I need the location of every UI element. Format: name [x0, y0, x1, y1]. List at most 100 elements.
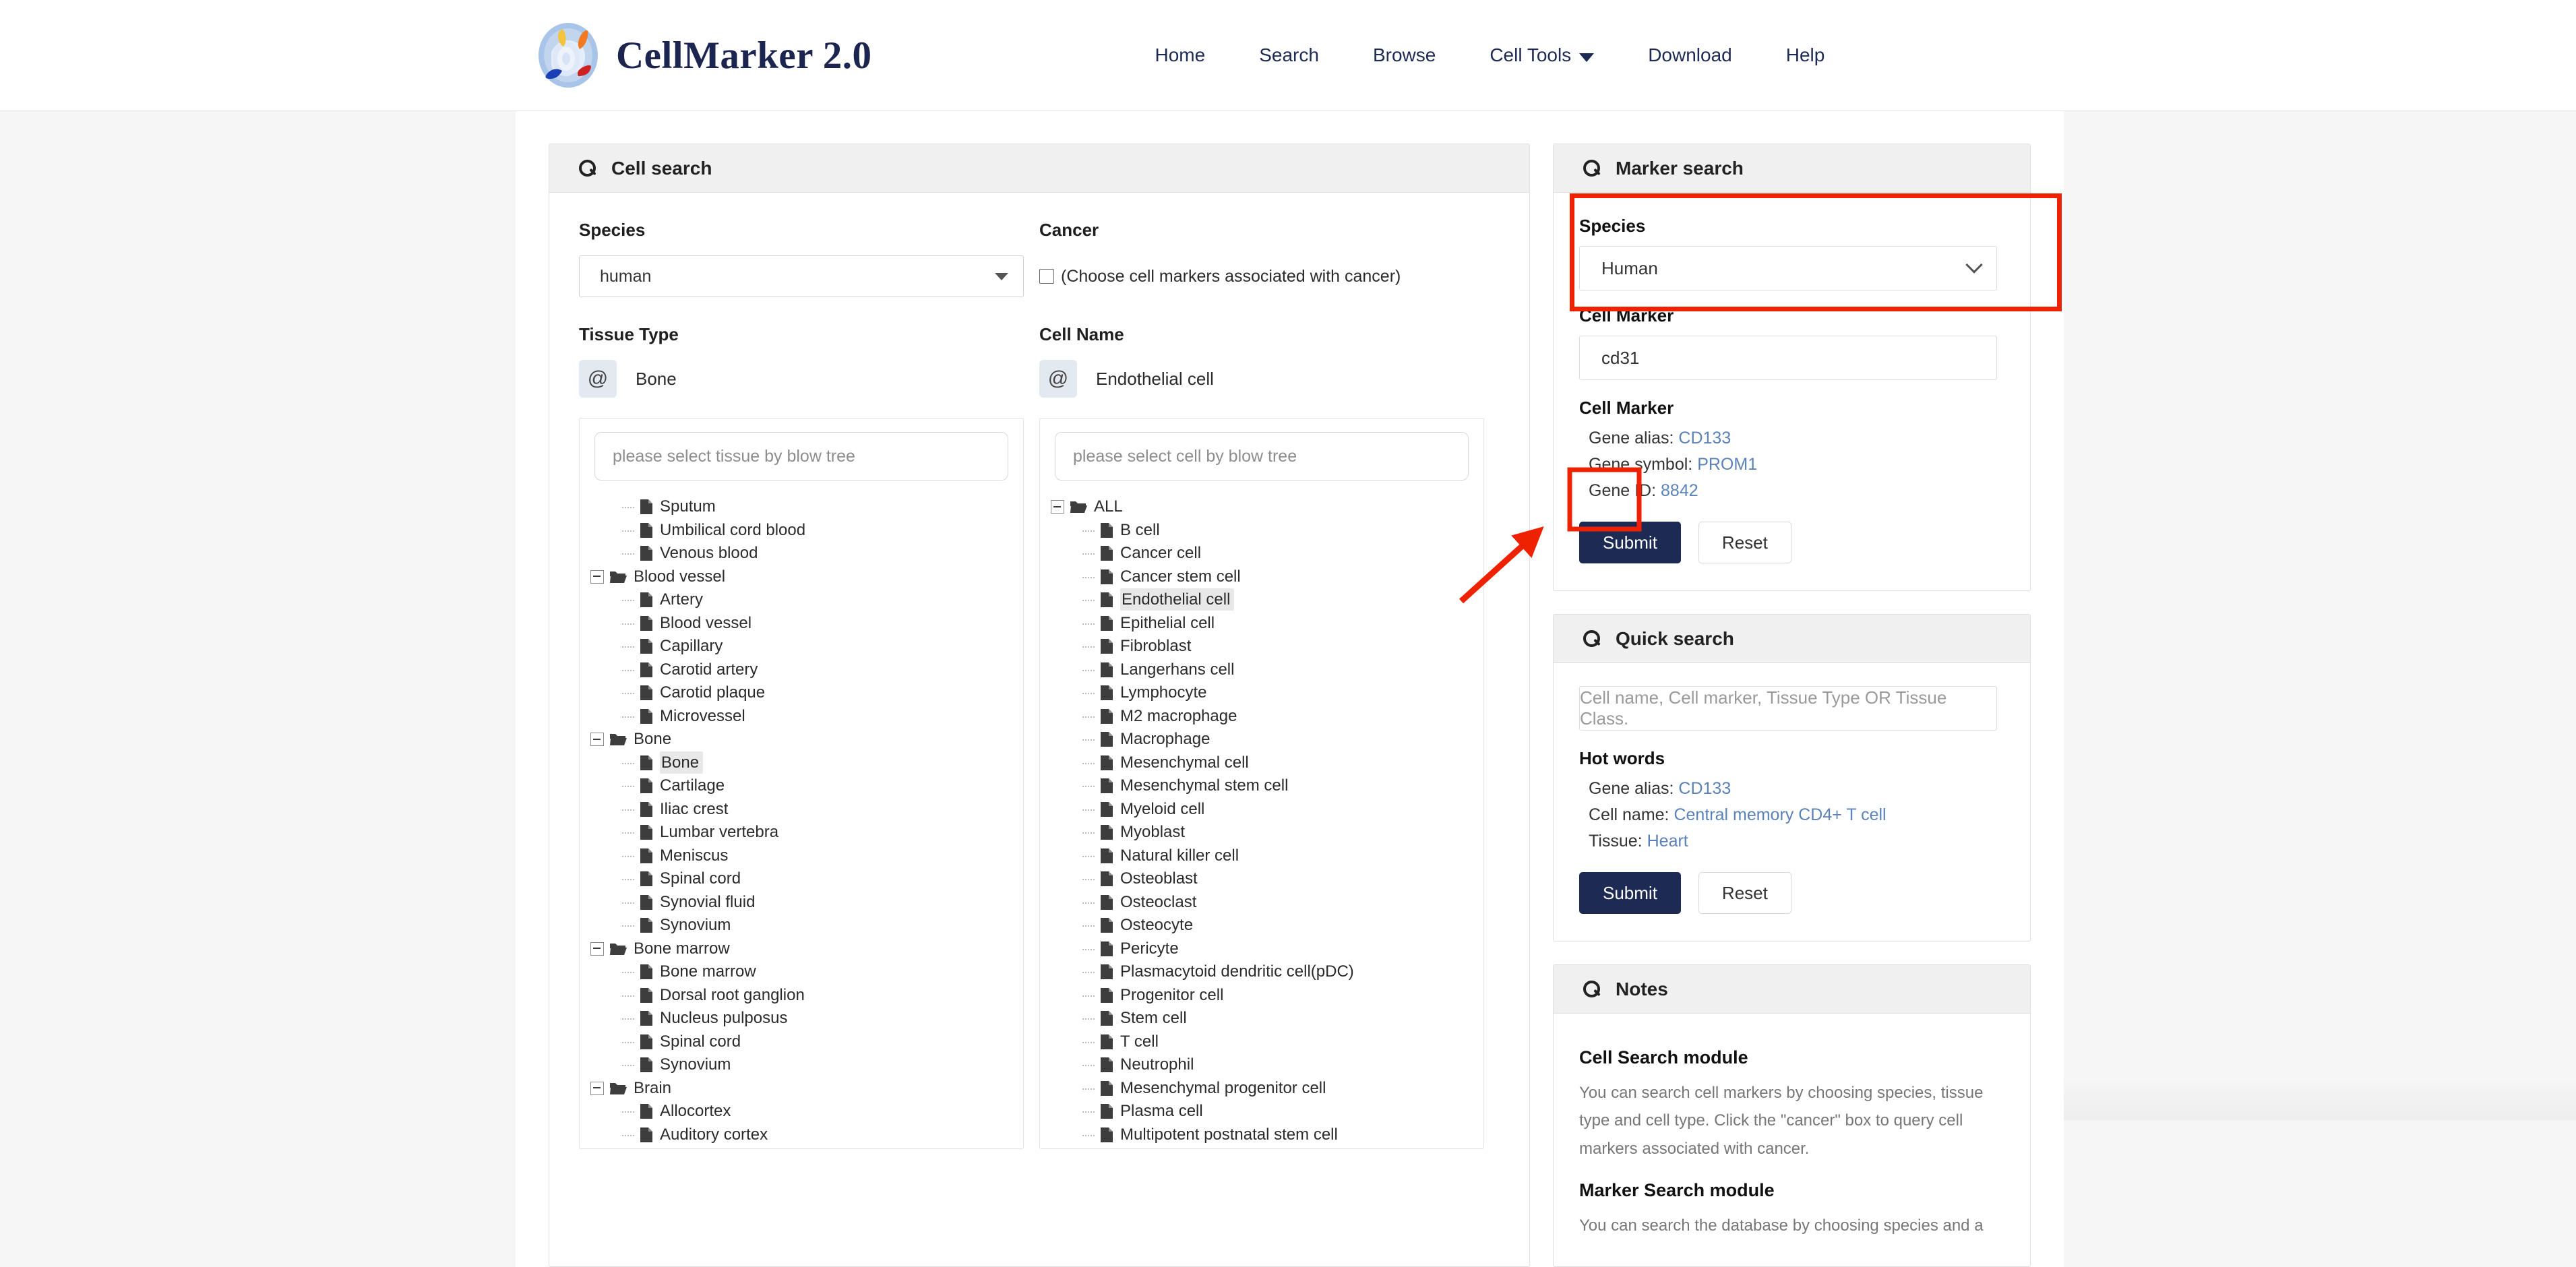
tree-leaf-node[interactable]: M2 macrophage	[1051, 705, 1483, 729]
tissue-tree-search-input[interactable]: please select tissue by blow tree	[594, 432, 1008, 481]
nav-item-browse[interactable]: Browse	[1346, 44, 1463, 66]
tree-leaf-node[interactable]: Langerhans cell	[1051, 658, 1483, 682]
tree-leaf-node[interactable]: Mesenchymal cell	[1051, 751, 1483, 775]
tree-leaf-node[interactable]: Bone marrow	[590, 960, 1023, 984]
tree-leaf-node[interactable]: Osteocyte	[1051, 914, 1483, 937]
tree-leaf-node[interactable]: Capillary	[590, 635, 1023, 658]
tree-leaf-node[interactable]: Epithelial cell	[1051, 612, 1483, 636]
tree-folder-node[interactable]: Brain	[590, 1077, 1023, 1101]
tree-collapse-toggle[interactable]	[590, 733, 604, 747]
quick-tissue-link[interactable]: Heart	[1647, 832, 1688, 851]
quick-search-input[interactable]: Cell name, Cell marker, Tissue Type OR T…	[1579, 686, 1997, 731]
tree-leaf-node[interactable]: Lumbar vertebra	[590, 821, 1023, 844]
marker-gene-id-link[interactable]: 8842	[1661, 481, 1698, 500]
cancer-checkbox[interactable]	[1039, 269, 1054, 284]
marker-reset-button[interactable]: Reset	[1698, 522, 1791, 563]
quick-cell-name-label: Cell name:	[1589, 805, 1669, 824]
tree-leaf-node[interactable]: Progenitor cell	[1051, 984, 1483, 1008]
tree-leaf-node[interactable]: B cell	[1051, 519, 1483, 543]
tree-folder-node[interactable]: ALL	[1051, 495, 1483, 519]
marker-gene-symbol-link[interactable]: PROM1	[1697, 455, 1757, 474]
cell-tree-search-input[interactable]: please select cell by blow tree	[1055, 432, 1469, 481]
tissue-at-badge[interactable]: @	[579, 360, 617, 398]
tree-leaf-node[interactable]: Multipotent postnatal stem cell	[1051, 1123, 1483, 1147]
file-icon	[640, 1034, 652, 1049]
tree-leaf-node[interactable]: Multipotent postnatal progenitor cell	[1051, 1146, 1483, 1148]
cell-at-badge[interactable]: @	[1039, 360, 1077, 398]
tree-leaf-node[interactable]: Meniscus	[590, 844, 1023, 868]
tree-node-label: Sputum	[660, 497, 716, 516]
tree-leaf-node[interactable]: Plasmacytoid dendritic cell(pDC)	[1051, 960, 1483, 984]
tree-leaf-node[interactable]: Osteoblast	[1051, 867, 1483, 891]
tree-leaf-node[interactable]: Artery	[590, 588, 1023, 612]
tree-leaf-node[interactable]: Mesenchymal progenitor cell	[1051, 1077, 1483, 1101]
tree-folder-node[interactable]: Bone marrow	[590, 937, 1023, 961]
tree-folder-node[interactable]: Bone	[590, 728, 1023, 751]
quick-cell-name-link[interactable]: Central memory CD4+ T cell	[1674, 805, 1886, 824]
cancer-label: Cancer	[1039, 220, 1099, 240]
tree-leaf-node[interactable]: Spinal cord	[590, 1030, 1023, 1054]
marker-submit-button[interactable]: Submit	[1579, 522, 1681, 563]
tree-leaf-node[interactable]: Iliac crest	[590, 798, 1023, 822]
tree-leaf-node[interactable]: Fibroblast	[1051, 635, 1483, 658]
quick-reset-button[interactable]: Reset	[1698, 872, 1791, 914]
tree-leaf-node[interactable]: Pericyte	[1051, 937, 1483, 961]
tree-leaf-node[interactable]: Macrophage	[1051, 728, 1483, 751]
tree-leaf-node[interactable]: Endothelial cell	[1051, 588, 1483, 612]
nav-item-search[interactable]: Search	[1232, 44, 1346, 66]
tree-guide-line	[1082, 635, 1100, 658]
quick-submit-button[interactable]: Submit	[1579, 872, 1681, 914]
nav-item-download[interactable]: Download	[1621, 44, 1759, 66]
tree-leaf-node[interactable]: Bone	[590, 751, 1023, 775]
tree-leaf-node[interactable]: Synovial fluid	[590, 891, 1023, 915]
tree-leaf-node[interactable]: Spinal cord	[590, 867, 1023, 891]
tree-leaf-node[interactable]: Myeloid cell	[1051, 798, 1483, 822]
tree-leaf-node[interactable]: Mesenchymal stem cell	[1051, 774, 1483, 798]
tree-leaf-node[interactable]: Lymphocyte	[1051, 681, 1483, 705]
tree-leaf-node[interactable]: Sputum	[590, 495, 1023, 519]
marker-search-panel: Marker search Species Human Cell Marker …	[1553, 144, 2031, 591]
tree-leaf-node[interactable]: Osteoclast	[1051, 891, 1483, 915]
nav-item-help[interactable]: Help	[1759, 44, 1852, 66]
search-icon	[1583, 629, 1601, 648]
marker-search-panel-header: Marker search	[1554, 144, 2030, 193]
tree-leaf-node[interactable]: Myoblast	[1051, 821, 1483, 844]
tissue-tree: Sputum Umbilical cord blood Venous blood Bl…	[580, 495, 1023, 1148]
tree-leaf-node[interactable]: Cancer cell	[1051, 542, 1483, 565]
tree-leaf-node[interactable]: Carotid artery	[590, 658, 1023, 682]
tree-leaf-node[interactable]: Plasma cell	[1051, 1100, 1483, 1123]
tree-folder-node[interactable]: Blood vessel	[590, 565, 1023, 589]
tree-leaf-node[interactable]: Allocortex	[590, 1100, 1023, 1123]
tree-leaf-node[interactable]: Blood vessel	[590, 1146, 1023, 1148]
marker-cell-marker-input[interactable]: cd31	[1579, 336, 1997, 380]
tree-leaf-node[interactable]: Natural killer cell	[1051, 844, 1483, 868]
tree-leaf-node[interactable]: T cell	[1051, 1030, 1483, 1054]
nav-item-home[interactable]: Home	[1128, 44, 1233, 66]
tree-collapse-toggle[interactable]	[590, 569, 604, 584]
tree-leaf-node[interactable]: Microvessel	[590, 705, 1023, 729]
tree-collapse-toggle[interactable]	[1051, 500, 1064, 514]
nav-item-cell-tools[interactable]: Cell Tools	[1463, 44, 1621, 66]
tree-leaf-node[interactable]: Cartilage	[590, 774, 1023, 798]
tree-leaf-node[interactable]: Stem cell	[1051, 1007, 1483, 1030]
tree-leaf-node[interactable]: Synovium	[590, 914, 1023, 937]
marker-species-select[interactable]: Human	[1579, 246, 1997, 290]
tree-leaf-node[interactable]: Cancer stem cell	[1051, 565, 1483, 589]
quick-gene-alias-link[interactable]: CD133	[1678, 779, 1731, 798]
tree-leaf-node[interactable]: Neutrophil	[1051, 1053, 1483, 1077]
species-select[interactable]: human	[579, 255, 1024, 297]
tree-leaf-node[interactable]: Umbilical cord blood	[590, 519, 1023, 543]
marker-gene-alias-link[interactable]: CD133	[1678, 429, 1731, 447]
tree-collapse-toggle[interactable]	[590, 941, 604, 956]
brand-logo-link[interactable]: CellMarker 2.0	[531, 18, 872, 92]
tree-leaf-node[interactable]: Nucleus pulposus	[590, 1007, 1023, 1030]
tree-leaf-node[interactable]: Venous blood	[590, 542, 1023, 565]
tree-collapse-toggle[interactable]	[590, 1081, 604, 1095]
tree-leaf-node[interactable]: Auditory cortex	[590, 1123, 1023, 1147]
tree-leaf-node[interactable]: Dorsal root ganglion	[590, 984, 1023, 1008]
tree-leaf-node[interactable]: Synovium	[590, 1053, 1023, 1077]
tree-leaf-node[interactable]: Carotid plaque	[590, 681, 1023, 705]
tree-node-label: ALL	[1094, 497, 1123, 516]
nav-label: Search	[1259, 44, 1319, 65]
tree-leaf-node[interactable]: Blood vessel	[590, 612, 1023, 636]
